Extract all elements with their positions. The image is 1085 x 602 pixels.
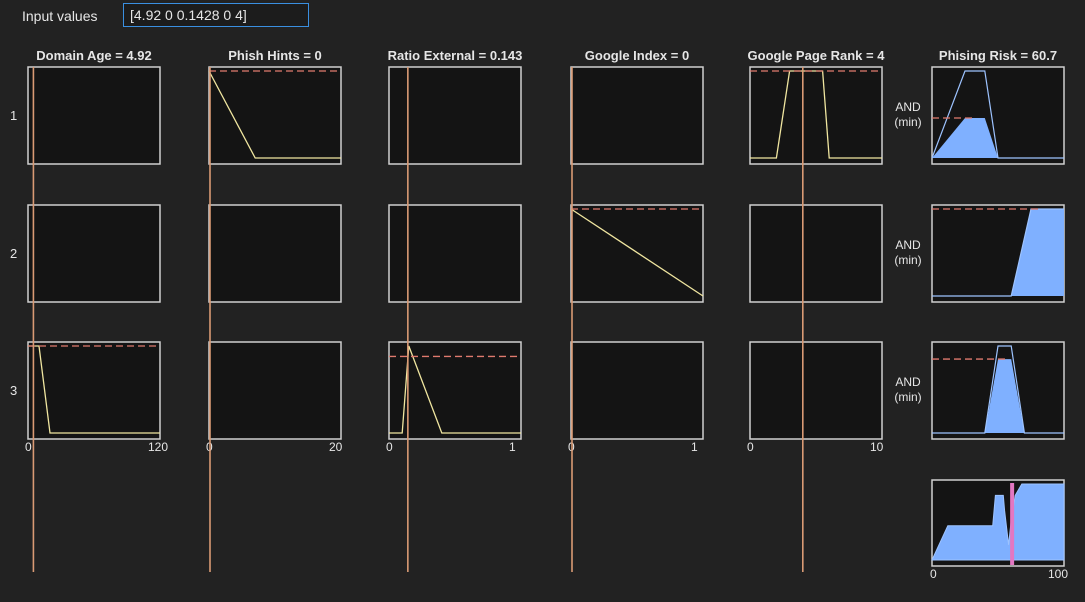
rule-1-input-panel [749,66,883,165]
rule-3-input-panel [27,341,161,440]
rule-2-input-panel [749,204,883,303]
rule-3-input-panel [749,341,883,440]
rule-viewer-canvas [27,66,1065,572]
rule-2-input-panel [208,204,342,303]
rule-1-input-panel [208,66,342,165]
rule-1-input-panel [570,66,704,165]
rule-3-input-panel [208,341,342,440]
rule-1-input-panel [388,66,522,165]
rule-2-input-panel [570,204,704,303]
rule-3-input-panel [570,341,704,440]
rule-1-input-panel [27,66,161,165]
rule-2-input-panel [388,204,522,303]
rule-2-input-panel [27,204,161,303]
